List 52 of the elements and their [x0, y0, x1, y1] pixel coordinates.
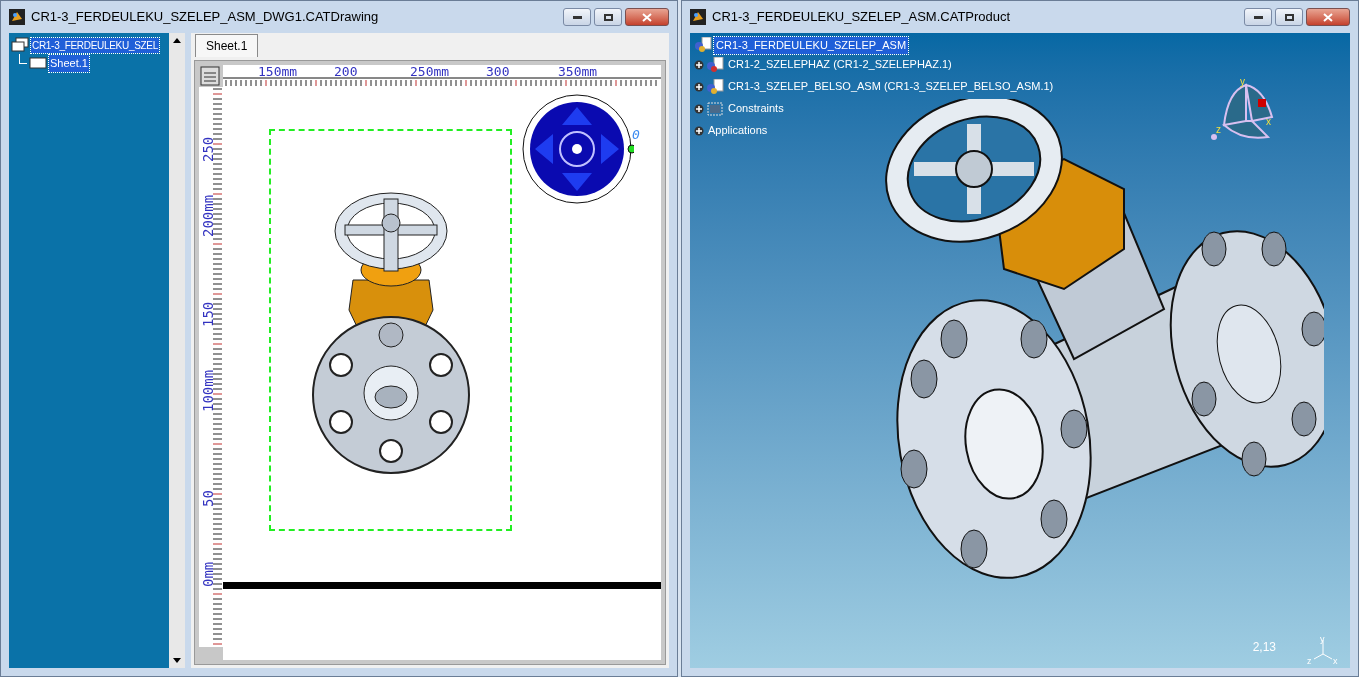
ruler-label: 50	[200, 490, 216, 507]
sheet-tab[interactable]: Sheet.1	[195, 34, 259, 57]
rotation-angle: 0	[632, 126, 640, 144]
ruler-settings-icon	[199, 65, 223, 87]
axis-label: x	[1333, 656, 1338, 664]
maximize-button[interactable]	[1275, 8, 1303, 26]
app-icon	[9, 9, 25, 25]
ruler-label: 200	[334, 65, 358, 79]
close-button[interactable]	[625, 8, 669, 26]
window-title: CR1-3_FERDEULEKU_SZELEP_ASM_DWG1.CATDrawing	[31, 8, 380, 27]
minimize-button[interactable]	[1244, 8, 1272, 26]
ruler-label: 200mm	[200, 194, 216, 237]
part-icon	[706, 56, 724, 73]
assembly-icon	[694, 37, 712, 54]
axis-label: x	[1266, 116, 1271, 127]
maximize-button[interactable]	[594, 8, 622, 26]
tree-item[interactable]: Sheet.1	[49, 55, 89, 72]
ruler-label: 350mm	[558, 65, 598, 79]
axis-label: z	[1307, 656, 1312, 664]
scroll-down-icon	[173, 658, 181, 663]
tree-item[interactable]: CR1-2_SZELEPHAZ (CR1-2_SZELEPHAZ.1)	[726, 56, 954, 73]
expand-icon	[694, 125, 704, 136]
tree-item[interactable]: CR1-3_FERDEULEKU_SZEL	[31, 37, 159, 53]
axis-label: y	[1240, 77, 1245, 87]
close-button[interactable]	[1306, 8, 1350, 26]
ruler-label: 300	[486, 65, 510, 79]
tree-item[interactable]: CR1-3_FERDEULEKU_SZELEP_ASM	[714, 37, 909, 54]
expand-icon	[694, 81, 704, 92]
constraints-icon	[706, 100, 724, 117]
scroll-up-icon	[173, 38, 181, 43]
ruler-label: 0mm	[200, 561, 216, 587]
sheet-icon	[29, 57, 47, 70]
minimize-button[interactable]	[563, 8, 591, 26]
axis-label: y	[1320, 634, 1325, 644]
close-icon	[1323, 12, 1333, 22]
ruler-label: 250mm	[410, 65, 450, 79]
tree-item[interactable]: Applications	[706, 122, 770, 139]
tree-item[interactable]: CR1-3_SZELEP_BELSO_ASM (CR1-3_SZELEP_BELSO_ASM.1)	[726, 78, 1056, 95]
axis-label: z	[1216, 124, 1221, 135]
ruler-label: 150	[200, 301, 216, 327]
expand-icon	[694, 103, 704, 114]
window-title: CR1-3_FERDEULEKU_SZELEP_ASM.CATProduct	[712, 8, 1012, 27]
ruler-label: 150mm	[258, 65, 298, 79]
ruler-label: 100mm	[200, 369, 216, 412]
drawing-icon	[11, 37, 29, 53]
zoom-scale: 2,13	[1252, 639, 1276, 656]
assembly-icon	[706, 78, 724, 95]
expand-icon	[694, 59, 704, 70]
app-icon	[690, 9, 706, 25]
close-icon	[642, 12, 652, 22]
tree-item[interactable]: Constraints	[726, 100, 786, 117]
ruler-label: 250	[200, 136, 216, 162]
